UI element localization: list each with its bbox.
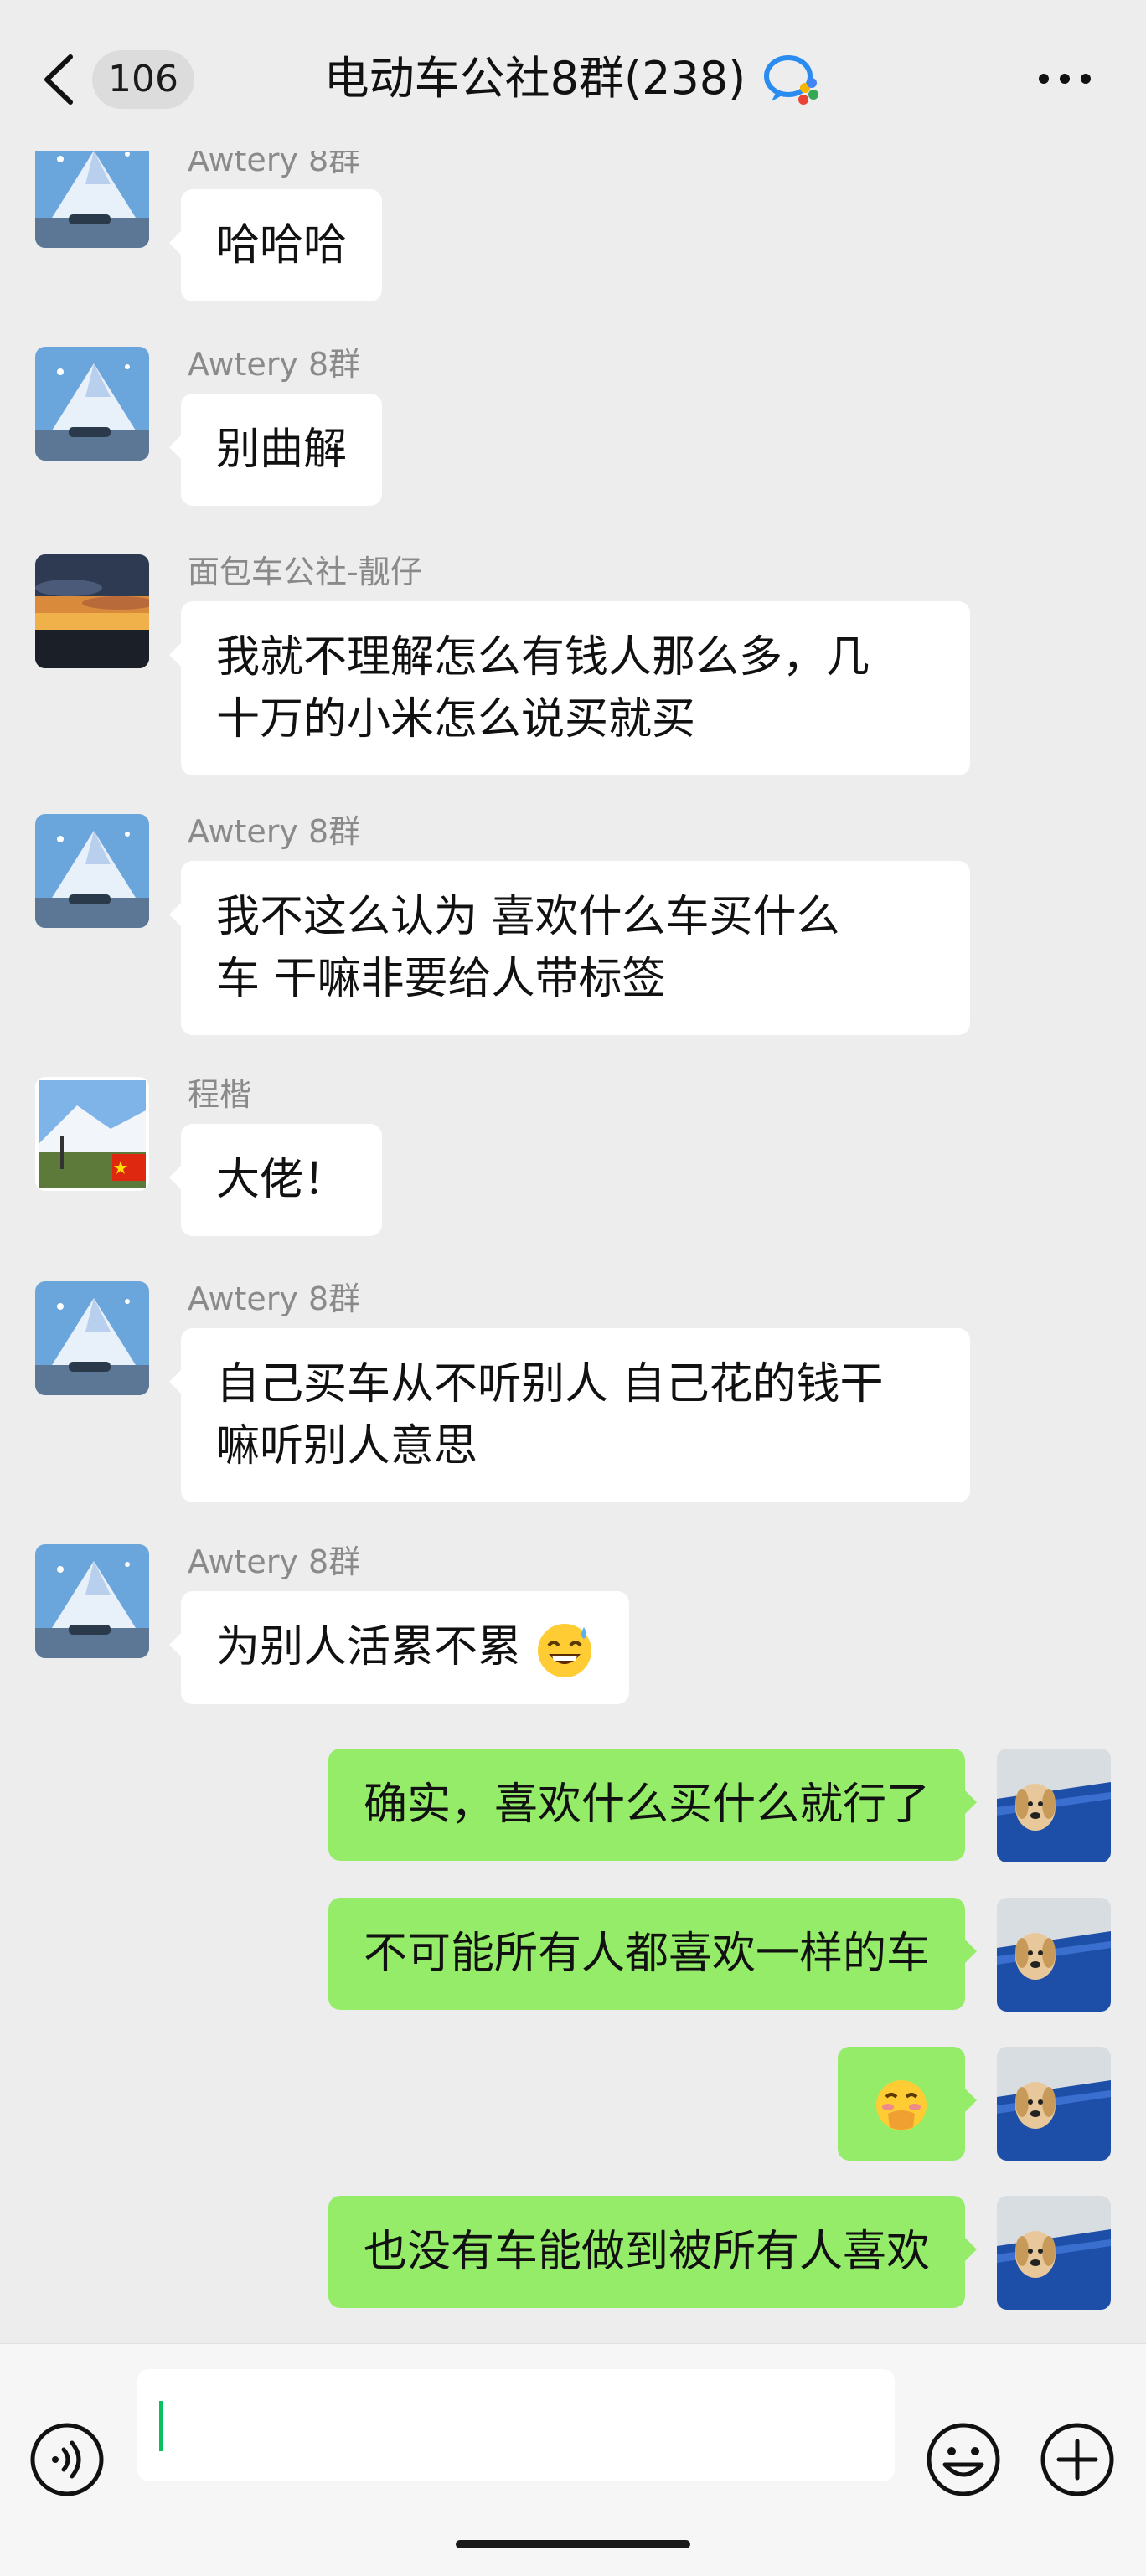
message-bubble[interactable]: 我不这么认为 喜欢什么车买什么 车 干嘛非要给人带标签 xyxy=(169,861,970,1035)
sender-name: Awtery 8群 xyxy=(188,1543,361,1580)
sender-name: Awtery 8群 xyxy=(188,346,361,383)
bubble-tail xyxy=(963,2236,977,2263)
mountain-car-avatar[interactable] xyxy=(35,142,149,248)
message-text-line: 自己买车从不听别人 自己花的钱干 xyxy=(216,1359,884,1409)
bubble-tail xyxy=(963,2087,977,2114)
bubble-tail xyxy=(169,229,183,256)
sender-name: 程楷 xyxy=(188,1076,252,1113)
message-text-line: 十万的小米怎么说买就买 xyxy=(216,694,696,744)
plus-circle-icon[interactable] xyxy=(1039,2421,1116,2498)
bubble-tail xyxy=(169,641,183,668)
message-bubble[interactable]: 为别人活累不累 xyxy=(169,1591,629,1704)
bubble-tail xyxy=(169,1164,183,1191)
input-bar xyxy=(0,2343,1146,2576)
message-text-line: 我不这么认为 喜欢什么车买什么 xyxy=(216,892,840,942)
bubble-tail xyxy=(169,1631,183,1658)
bubble-tail xyxy=(169,1368,183,1395)
smiley-icon[interactable] xyxy=(925,2421,1002,2498)
message-bubble[interactable]: 大佬！ xyxy=(169,1124,383,1236)
mountain-car-avatar[interactable] xyxy=(35,1544,149,1658)
grinning-sweat-emoji xyxy=(537,1624,591,1677)
bubble-tail xyxy=(963,1938,977,1965)
message-text-line: 车 干嘛非要给人带标签 xyxy=(216,954,666,1004)
message-text: 也没有车能做到被所有人喜欢 xyxy=(363,2227,930,2277)
mountain-car-avatar[interactable] xyxy=(35,347,149,461)
message-text: 别曲解 xyxy=(216,425,348,475)
face-with-hand-over-mouth-emoji xyxy=(876,2080,927,2130)
my-message-bubble[interactable]: 不可能所有人都喜欢一样的车 xyxy=(328,1898,977,2010)
dog-in-car-avatar[interactable] xyxy=(997,1898,1111,2012)
snow-mountain-flag-avatar[interactable] xyxy=(35,1077,149,1191)
enterprise-chat-icon xyxy=(764,55,819,105)
sender-name: 面包车公社-靓仔 xyxy=(188,554,422,590)
mountain-car-avatar[interactable] xyxy=(35,814,149,928)
message-text-line: 嘛听别人意思 xyxy=(216,1421,478,1471)
bubble-tail xyxy=(169,901,183,928)
message-text: 哈哈哈 xyxy=(216,220,348,270)
my-message-bubble[interactable]: 也没有车能做到被所有人喜欢 xyxy=(328,2196,977,2308)
message-text: 为别人活累不累 xyxy=(216,1622,522,1672)
my-message-bubble[interactable] xyxy=(838,2047,977,2161)
message-text-line: 我就不理解怎么有钱人那么多，几 xyxy=(216,632,870,683)
mountain-car-avatar[interactable] xyxy=(35,1281,149,1395)
bubble-tail xyxy=(169,434,183,461)
more-options-icon[interactable] xyxy=(1035,70,1094,87)
message-bubble[interactable]: 自己买车从不听别人 自己花的钱干 嘛听别人意思 xyxy=(169,1328,970,1502)
dog-in-car-avatar[interactable] xyxy=(997,1749,1111,1862)
message-text: 大佬！ xyxy=(216,1155,348,1205)
dog-in-car-avatar[interactable] xyxy=(997,2196,1111,2310)
message-text: 不可能所有人都喜欢一样的车 xyxy=(363,1929,930,1979)
bubble-tail xyxy=(963,1789,977,1816)
group-title[interactable]: 电动车公社8群(238) xyxy=(324,45,746,112)
message-text: 确实，喜欢什么买什么就行了 xyxy=(363,1780,930,1830)
message-bubble[interactable]: 哈哈哈 xyxy=(169,189,383,301)
sender-name: Awtery 8群 xyxy=(188,1280,361,1317)
voice-icon[interactable] xyxy=(28,2421,106,2498)
message-bubble[interactable]: 我就不理解怎么有钱人那么多，几 十万的小米怎么说买就买 xyxy=(169,601,970,775)
text-caret xyxy=(159,2401,163,2451)
chat-header: 106 电动车公社8群(238) xyxy=(0,0,1146,151)
home-indicator[interactable] xyxy=(456,2540,690,2548)
message-input[interactable] xyxy=(137,2369,895,2481)
message-bubble[interactable]: 别曲解 xyxy=(169,394,383,506)
title-container: 电动车公社8群(238) xyxy=(0,45,1146,112)
my-message-bubble[interactable]: 确实，喜欢什么买什么就行了 xyxy=(328,1749,977,1861)
dog-in-car-avatar[interactable] xyxy=(997,2047,1111,2161)
sender-name: Awtery 8群 xyxy=(188,813,361,850)
sunset-avatar[interactable] xyxy=(35,554,149,668)
message-list[interactable]: Awtery 8群 哈哈哈 Awtery 8群 别曲解 面包车公社-靓仔 我就不… xyxy=(0,142,1146,2343)
